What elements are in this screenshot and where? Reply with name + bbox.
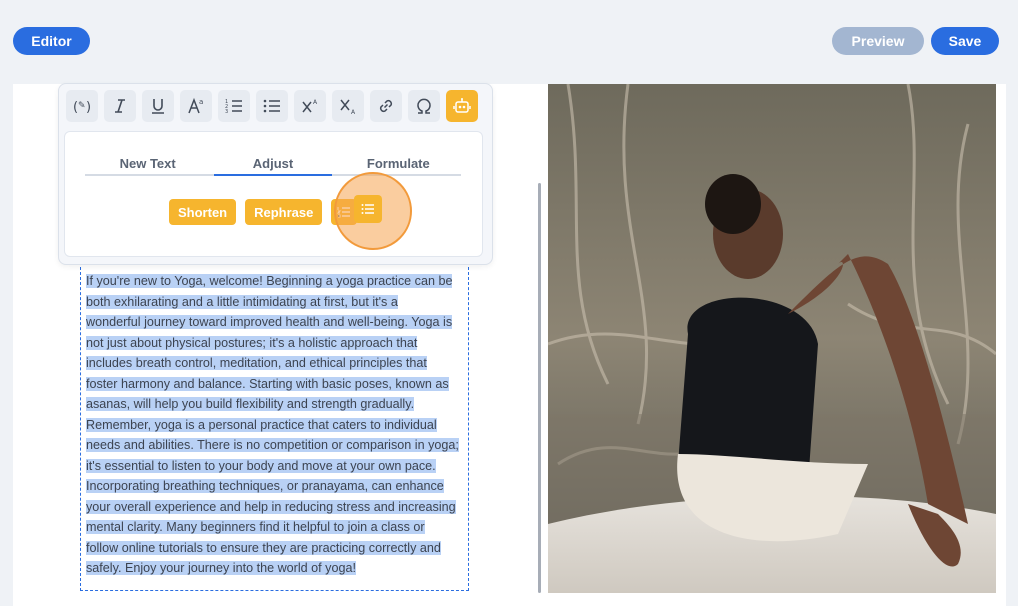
selected-text: includes breath control, meditation, and… — [86, 356, 427, 370]
yoga-photo — [548, 84, 996, 593]
preview-button[interactable]: Preview — [832, 27, 924, 55]
selected-text: If you're new to Yoga, welcome! Beginnin… — [86, 274, 453, 288]
editor-button[interactable]: Editor — [13, 27, 90, 55]
selected-text: not just about physical postures; it's a… — [86, 335, 418, 350]
text-line: it's essential to listen to your body an… — [86, 456, 465, 477]
rephrase-button[interactable]: Rephrase — [245, 199, 323, 225]
formatting-toolbar: (✎) a 123 A A New Text Adjust Formulate … — [58, 83, 493, 265]
bulleted-list-icon[interactable] — [256, 90, 288, 122]
convert-to-bullets-button[interactable] — [354, 195, 382, 223]
text-line: foster harmony and balance. Starting wit… — [86, 374, 465, 395]
selected-text: your overall experience and help in redu… — [86, 499, 456, 514]
tab-adjust[interactable]: Adjust — [210, 156, 335, 176]
robot-icon[interactable] — [446, 90, 478, 122]
svg-text:A: A — [351, 109, 356, 116]
subscript-icon[interactable]: A — [332, 90, 364, 122]
text-line: both exhilarating and a little intimidat… — [86, 292, 465, 313]
shorten-button[interactable]: Shorten — [169, 199, 237, 225]
adjust-actions: Shorten Rephrase — [169, 199, 358, 225]
text-line: needs and abilities. There is no competi… — [86, 435, 465, 456]
selected-text: Remember, yoga is a personal practice th… — [86, 417, 437, 432]
ai-assist-icon[interactable]: (✎) — [66, 90, 98, 122]
text-line: Remember, yoga is a personal practice th… — [86, 415, 465, 436]
text-line: Incorporating breathing techniques, or p… — [86, 476, 465, 497]
svg-text:✎: ✎ — [78, 101, 86, 111]
save-button[interactable]: Save — [931, 27, 999, 55]
text-line: not just about physical postures; it's a… — [86, 333, 465, 354]
superscript-icon[interactable]: A — [294, 90, 326, 122]
selected-text: foster harmony and balance. Starting wit… — [86, 376, 449, 391]
scrollbar[interactable] — [538, 183, 541, 593]
text-line: mental clarity. Many beginners find it h… — [86, 517, 465, 538]
special-character-icon[interactable] — [408, 90, 440, 122]
svg-text:): ) — [86, 100, 91, 115]
selected-text: mental clarity. Many beginners find it h… — [86, 520, 425, 534]
tab-formulate[interactable]: Formulate — [336, 156, 461, 174]
selected-text: safely. Enjoy your journey into the worl… — [86, 561, 356, 575]
bulleted-list-icon — [361, 204, 374, 214]
svg-text:a: a — [199, 98, 203, 106]
selected-text: Incorporating breathing techniques, or p… — [86, 479, 444, 493]
ai-assistant-panel: New Text Adjust Formulate Shorten Rephra… — [64, 131, 483, 257]
selected-paragraph: If you're new to Yoga, welcome! Beginnin… — [86, 271, 465, 579]
text-line: If you're new to Yoga, welcome! Beginnin… — [86, 271, 465, 292]
selected-text: follow online tutorials to ensure they a… — [86, 540, 441, 555]
text-line: your overall experience and help in redu… — [86, 497, 465, 518]
selected-text: it's essential to listen to your body an… — [86, 458, 436, 473]
svg-text:3: 3 — [225, 109, 228, 115]
text-line: wonderful journey toward improved health… — [86, 312, 465, 333]
svg-text:A: A — [313, 99, 318, 106]
italic-icon[interactable] — [104, 90, 136, 122]
selected-text: needs and abilities. There is no competi… — [86, 438, 459, 452]
text-line: follow online tutorials to ensure they a… — [86, 538, 465, 559]
text-line: safely. Enjoy your journey into the worl… — [86, 558, 465, 579]
selected-text: wonderful journey toward improved health… — [86, 315, 453, 329]
text-line: includes breath control, meditation, and… — [86, 353, 465, 374]
text-content-block[interactable]: If you're new to Yoga, welcome! Beginnin… — [80, 262, 469, 591]
tab-new-text[interactable]: New Text — [85, 156, 210, 174]
numbered-list-icon[interactable]: 123 — [218, 90, 250, 122]
selected-text: both exhilarating and a little intimidat… — [86, 294, 398, 309]
ai-tabs: New Text Adjust Formulate — [85, 156, 461, 176]
text-line: asanas, will help you build flexibility … — [86, 394, 465, 415]
toolbar-buttons: (✎) a 123 A A — [66, 90, 478, 122]
link-icon[interactable] — [370, 90, 402, 122]
underline-icon[interactable] — [142, 90, 174, 122]
selected-text: asanas, will help you build flexibility … — [86, 397, 415, 411]
font-size-icon[interactable]: a — [180, 90, 212, 122]
